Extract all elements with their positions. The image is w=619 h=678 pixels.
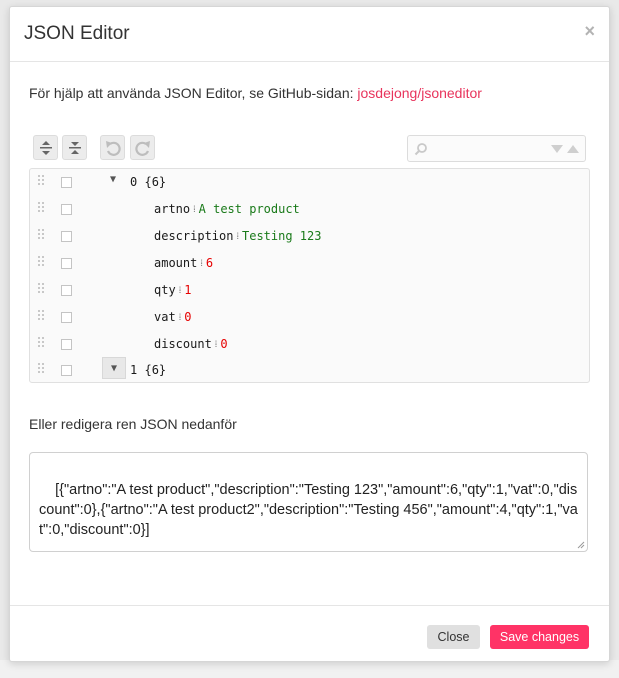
help-text: För hjälp att använda JSON Editor, se Gi…: [29, 85, 482, 101]
row-checkbox[interactable]: [61, 231, 72, 242]
undo-icon: [105, 140, 121, 156]
tree-row-field[interactable]: discount ⁞ 0: [30, 331, 589, 358]
tree-field: vat ⁞ 0: [154, 310, 192, 324]
search-box: [407, 135, 586, 162]
collapse-all-button[interactable]: [62, 135, 87, 160]
field-value[interactable]: 0: [184, 310, 191, 324]
tree-field: description ⁞ Testing 123: [154, 229, 322, 243]
expand-all-icon: [39, 140, 52, 155]
search-icon: [414, 143, 427, 156]
drag-handle-icon[interactable]: [38, 202, 44, 214]
tree-field: qty ⁞ 1: [154, 283, 192, 297]
resize-grip-icon[interactable]: [577, 541, 585, 549]
drag-handle-icon[interactable]: [38, 175, 44, 187]
redo-icon: [134, 140, 150, 156]
editor-toolbar: [33, 135, 586, 162]
help-text-label: För hjälp att använda JSON Editor, se Gi…: [29, 85, 354, 101]
field-key[interactable]: artno: [154, 202, 190, 216]
tree-row-field[interactable]: qty ⁞ 1: [30, 277, 589, 304]
tree-node-count: {6}: [144, 363, 167, 377]
row-checkbox[interactable]: [61, 312, 72, 323]
tree-row-root-1[interactable]: ▼ 1 {6}: [30, 356, 589, 383]
modal-title: JSON Editor: [24, 23, 130, 44]
search-input[interactable]: [432, 139, 546, 159]
tree-node-index: 1: [130, 363, 138, 377]
search-previous-icon[interactable]: [567, 145, 579, 153]
tree-node-label: 0 {6}: [130, 175, 166, 189]
expand-triangle-icon[interactable]: ▼: [102, 357, 126, 379]
field-key[interactable]: amount: [154, 256, 197, 270]
raw-json-text: [{"artno":"A test product","description"…: [39, 482, 578, 538]
raw-json-textarea[interactable]: [{"artno":"A test product","description"…: [29, 452, 588, 552]
drag-handle-icon[interactable]: [38, 337, 44, 349]
drag-handle-icon[interactable]: [38, 363, 44, 375]
tree-field: artno ⁞ A test product: [154, 202, 300, 216]
tree-row-root-0[interactable]: ▼ 0 {6}: [30, 169, 589, 196]
drag-handle-icon[interactable]: [38, 310, 44, 322]
undo-button[interactable]: [100, 135, 125, 160]
row-checkbox[interactable]: [61, 339, 72, 350]
drag-handle-icon[interactable]: [38, 256, 44, 268]
field-value[interactable]: 1: [184, 283, 191, 297]
row-checkbox[interactable]: [61, 365, 72, 376]
field-key[interactable]: vat: [154, 310, 176, 324]
save-changes-button[interactable]: Save changes: [490, 625, 589, 649]
tree-row-field[interactable]: amount ⁞ 6: [30, 250, 589, 277]
modal-header: JSON Editor ×: [10, 7, 609, 62]
row-checkbox[interactable]: [61, 285, 72, 296]
tree-field: discount ⁞ 0: [154, 337, 228, 351]
expand-all-button[interactable]: [33, 135, 58, 160]
row-checkbox[interactable]: [61, 258, 72, 269]
search-next-icon[interactable]: [551, 145, 563, 153]
json-editor-modal: JSON Editor × För hjälp att använda JSON…: [9, 6, 610, 662]
tree-node-index: 0: [130, 175, 138, 189]
close-icon[interactable]: ×: [584, 21, 595, 42]
tree-row-field[interactable]: artno ⁞ A test product: [30, 196, 589, 223]
background-page: [0, 660, 619, 678]
github-link[interactable]: josdejong/jsoneditor: [357, 85, 482, 101]
field-value[interactable]: Testing 123: [242, 229, 321, 243]
drag-handle-icon[interactable]: [38, 229, 44, 241]
raw-json-label: Eller redigera ren JSON nedanför: [29, 416, 237, 432]
tree-field: amount ⁞ 6: [154, 256, 214, 270]
tree-node-label: 1 {6}: [130, 363, 166, 377]
field-key[interactable]: discount: [154, 337, 212, 351]
json-tree: ▼ 0 {6} artno ⁞ A test product description…: [29, 168, 590, 383]
redo-button[interactable]: [130, 135, 155, 160]
collapse-triangle-icon[interactable]: ▼: [110, 174, 116, 185]
field-value[interactable]: 0: [220, 337, 227, 351]
row-checkbox[interactable]: [61, 177, 72, 188]
tree-row-field[interactable]: description ⁞ Testing 123: [30, 223, 589, 250]
field-key[interactable]: description: [154, 229, 233, 243]
tree-row-field[interactable]: vat ⁞ 0: [30, 304, 589, 331]
drag-handle-icon[interactable]: [38, 283, 44, 295]
close-button[interactable]: Close: [427, 625, 480, 649]
tree-node-count: {6}: [144, 175, 167, 189]
collapse-all-icon: [68, 141, 81, 154]
field-value[interactable]: A test product: [199, 202, 300, 216]
modal-footer: Close Save changes: [10, 605, 609, 662]
field-key[interactable]: qty: [154, 283, 176, 297]
row-checkbox[interactable]: [61, 204, 72, 215]
field-value[interactable]: 6: [206, 256, 213, 270]
